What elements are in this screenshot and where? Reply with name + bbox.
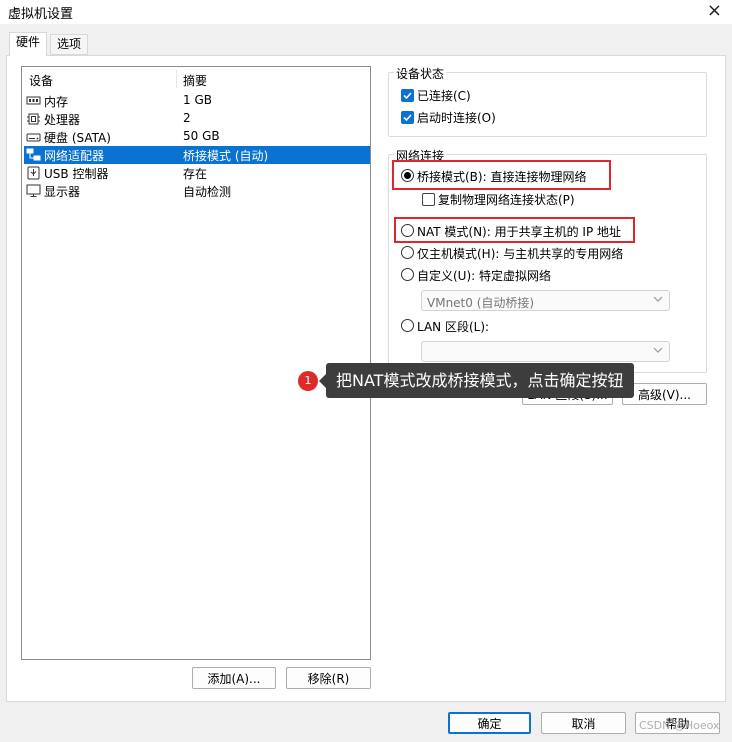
check-icon [403,92,412,100]
custom-network-label[interactable]: 自定义(U): 特定虚拟网络 [417,267,551,284]
device-summary: 1 GB [183,93,212,107]
network-adapter-icon [26,148,41,161]
device-summary: 2 [183,111,191,125]
device-row-network-adapter[interactable]: 网络适配器 桥接模式 (自动) [24,146,370,164]
device-summary: 50 GB [183,129,220,143]
device-name: 显示器 [44,185,81,199]
device-status-label: 设备状态 [394,65,447,82]
lan-segment-label[interactable]: LAN 区段(L): [417,318,489,335]
custom-network-radio[interactable] [401,268,414,281]
column-divider [176,70,177,88]
window-title: 虚拟机设置 [8,7,74,22]
close-icon[interactable]: × [707,0,722,22]
hard-disk-icon [26,133,41,142]
connected-label[interactable]: 已连接(C) [417,87,471,104]
device-summary: 存在 [183,167,208,181]
memory-icon [26,96,41,105]
host-only-radio[interactable] [401,246,414,259]
column-header-device[interactable]: 设备 [29,72,53,89]
ok-button[interactable]: 确定 [448,712,531,734]
lan-segment-select[interactable] [421,341,670,362]
tab-options[interactable]: 选项 [50,34,89,55]
device-name: USB 控制器 [44,167,109,181]
cpu-icon [27,113,40,125]
remove-device-button[interactable]: 移除(R) [286,667,371,689]
device-summary: 桥接模式 (自动) [183,149,269,163]
device-row-processor[interactable]: 处理器 2 [24,110,370,128]
check-icon [403,114,412,122]
host-only-label[interactable]: 仅主机模式(H): 与主机共享的专用网络 [417,245,623,262]
device-row-usb[interactable]: USB 控制器 存在 [24,164,370,182]
nat-mode-highlight [394,217,635,243]
device-name: 网络适配器 [44,149,105,163]
title-bar: 虚拟机设置 × [0,0,732,24]
tab-hardware[interactable]: 硬件 [9,32,48,56]
chevron-down-icon [653,347,663,353]
connect-on-power-on-label[interactable]: 启动时连接(O) [417,109,496,126]
custom-network-select[interactable]: VMnet0 (自动桥接) [421,290,670,311]
monitor-icon [26,184,41,197]
bridged-mode-highlight [392,160,611,190]
connect-on-power-on-checkbox[interactable] [401,111,414,124]
device-row-display[interactable]: 显示器 自动检测 [24,182,370,200]
replicate-state-label[interactable]: 复制物理网络连接状态(P) [438,191,575,208]
step-badge: 1 [298,371,318,391]
connected-checkbox[interactable] [401,89,414,102]
device-row-memory[interactable]: 内存 1 GB [24,92,370,110]
device-row-hard-disk[interactable]: 硬盘 (SATA) 50 GB [24,128,370,146]
add-device-button[interactable]: 添加(A)... [192,667,276,689]
replicate-state-checkbox[interactable] [422,193,435,206]
lan-segment-radio[interactable] [401,319,414,332]
column-header-summary[interactable]: 摘要 [183,72,207,89]
device-summary: 自动检测 [183,185,232,199]
chevron-down-icon [653,296,663,302]
device-name: 处理器 [44,113,81,127]
cancel-button[interactable]: 取消 [541,712,626,734]
instruction-tooltip: 把NAT模式改成桥接模式，点击确定按钮 [319,363,634,398]
device-name: 硬盘 (SATA) [44,131,111,145]
advanced-button[interactable]: 高级(V)... [622,383,707,405]
usb-icon [27,166,40,180]
watermark: CSDN @Hoeox [639,719,720,732]
device-name: 内存 [44,95,69,109]
custom-network-select-value: VMnet0 (自动桥接) [427,296,535,310]
